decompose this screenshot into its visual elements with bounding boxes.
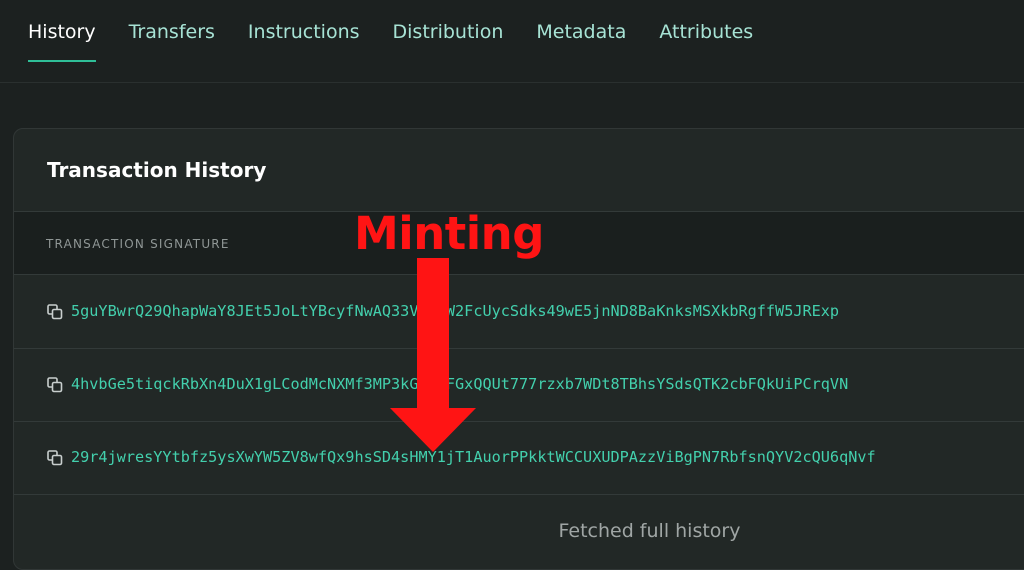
down-arrow-annotation [390, 258, 476, 452]
table-row: 4hvbGe5tiqckRbXn4DuX1gLCodMcNXMf3MP3kGrA… [14, 349, 1024, 422]
tab-attributes[interactable]: Attributes [659, 0, 753, 43]
tab-bar: History Transfers Instructions Distribut… [28, 0, 1024, 82]
table-row: 5guYBwrQ29QhapWaY8JEt5JoLtYBcyfNwAQ33Vb7… [14, 276, 1024, 349]
fetched-history-note: Fetched full history [558, 520, 741, 542]
tabs-divider [0, 82, 1024, 83]
tab-history[interactable]: History [28, 0, 96, 62]
transaction-history-card: Transaction History TRANSACTION SIGNATUR… [13, 128, 1024, 570]
tab-transfers[interactable]: Transfers [129, 0, 215, 43]
table-row: 29r4jwresYYtbfz5ysXwYW5ZV8wfQx9hsSD4sHMY… [14, 422, 1024, 495]
column-header-signature: TRANSACTION SIGNATURE [46, 237, 230, 251]
copy-icon[interactable] [46, 449, 64, 467]
copy-icon[interactable] [46, 376, 64, 394]
minting-annotation-label: Minting [354, 207, 544, 260]
card-header: Transaction History [14, 129, 1024, 212]
tab-metadata[interactable]: Metadata [536, 0, 626, 43]
tab-distribution[interactable]: Distribution [393, 0, 504, 43]
card-title: Transaction History [47, 158, 267, 182]
copy-icon[interactable] [46, 303, 64, 321]
tab-instructions[interactable]: Instructions [248, 0, 360, 43]
